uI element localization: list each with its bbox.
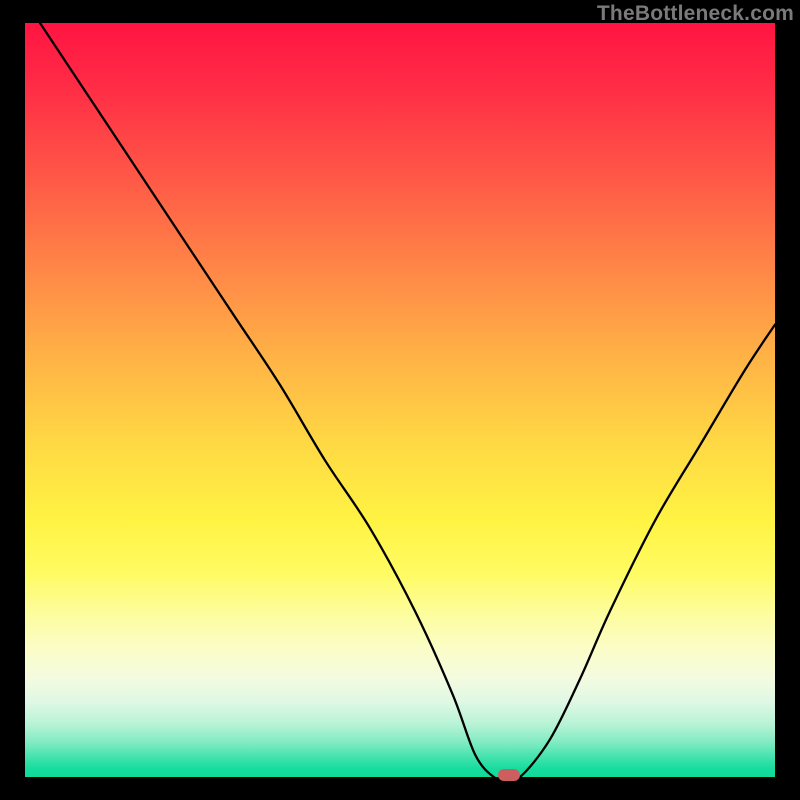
bottleneck-curve xyxy=(25,23,775,777)
optimal-point-marker xyxy=(498,769,520,781)
plot-area xyxy=(25,23,775,777)
chart-frame: TheBottleneck.com xyxy=(0,0,800,800)
